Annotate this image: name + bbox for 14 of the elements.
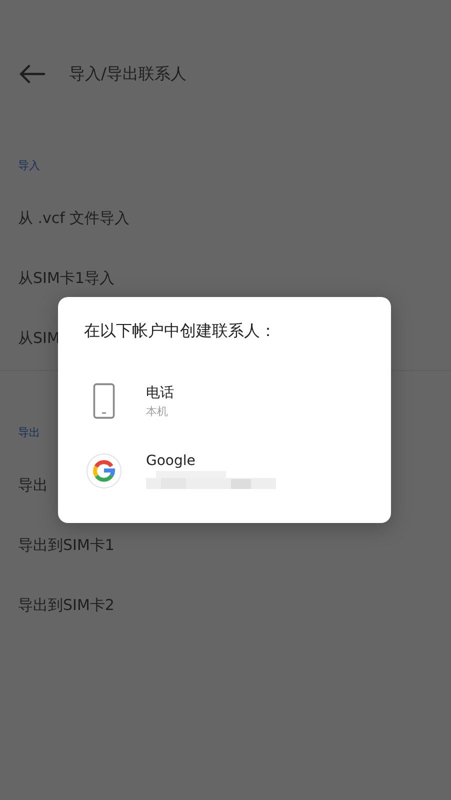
account-option[interactable]: Google	[58, 436, 391, 506]
section-label: 导入	[18, 159, 40, 172]
back-arrow-icon[interactable]	[19, 64, 45, 84]
google-logo-icon	[86, 453, 122, 489]
account-option[interactable]: 电话 本机	[58, 366, 391, 436]
section-label: 导出	[18, 426, 40, 439]
menu-item[interactable]: 导出	[18, 476, 48, 494]
menu-item[interactable]: 从 .vcf 文件导入	[18, 208, 130, 228]
menu-item[interactable]: 导出到SIM卡2	[18, 596, 114, 614]
menu-item[interactable]: 从SIM卡1导入	[18, 268, 114, 288]
phone-icon	[93, 383, 115, 419]
dialog-title: 在以下帐户中创建联系人：	[83, 321, 277, 342]
menu-item[interactable]: 导出到SIM卡1	[18, 536, 114, 554]
page-title: 导入/导出联系人	[69, 64, 186, 84]
